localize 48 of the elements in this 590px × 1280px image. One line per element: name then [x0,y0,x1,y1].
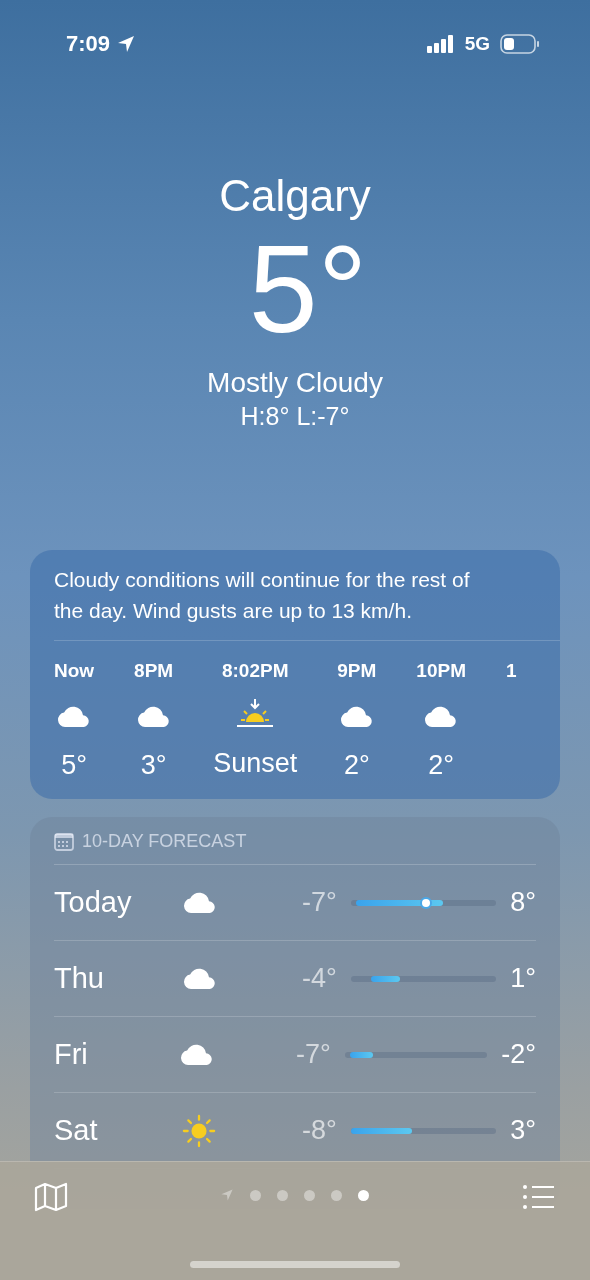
hour-label: Now [54,659,95,683]
city-name: Calgary [219,170,371,222]
location-page-icon[interactable] [220,1188,234,1202]
low-temperature: -8° [301,1115,337,1146]
page-dot[interactable] [250,1189,261,1201]
status-time: 7:09 [66,31,111,57]
network-label: 5G [464,33,490,55]
high-temperature: -2° [501,1039,536,1070]
high-low-label: H:8° L:-7° [240,401,350,432]
high-temperature: 3° [510,1115,536,1146]
forecast-title: 10-DAY FORECAST [82,831,247,852]
low-temperature: -4° [301,963,337,994]
hour-temperature: 2° [343,749,370,781]
calendar-icon [54,832,74,851]
day-label: Fri [54,1038,89,1071]
hour-temperature: 2° [428,749,455,781]
page-dot[interactable] [277,1189,288,1201]
hour-label: 8PM [134,659,174,683]
page-dot[interactable] [358,1189,369,1201]
day-label: Sat [54,1114,99,1147]
map-icon[interactable] [34,1182,68,1212]
condition-label: Mostly Cloudy [207,366,383,400]
sun-icon [181,1113,216,1148]
cloud-icon [179,1043,215,1066]
page-dot[interactable] [304,1189,315,1201]
hour-label: 9PM [337,659,377,683]
hour-label: 10PM [416,659,466,683]
page-dot[interactable] [331,1189,342,1201]
forecast-summary: Cloudy conditions will continue for the rest of the day. Wind gusts are up to 13 km/h. [54,564,560,641]
battery-icon [500,34,540,54]
day-label: Today [54,886,133,919]
list-icon[interactable] [522,1184,556,1210]
low-temperature: -7° [301,887,337,918]
hour-temperature: 3° [140,749,167,781]
signal-icon [426,35,455,53]
cloud-icon [181,891,218,914]
high-temperature: 8° [510,887,536,918]
location-arrow-icon [116,34,137,54]
cloud-icon [181,967,218,990]
hour-temperature: Sunset [213,747,298,779]
hour-temperature: 5° [61,749,87,781]
high-temperature: 1° [510,963,536,994]
hour-label: 8:02PM [221,659,289,683]
low-temperature: -7° [295,1039,331,1070]
current-temperature: 5° [247,222,368,356]
day-label: Thu [54,962,105,995]
hour-label: 1 [505,659,517,683]
sunset-icon [235,697,276,729]
